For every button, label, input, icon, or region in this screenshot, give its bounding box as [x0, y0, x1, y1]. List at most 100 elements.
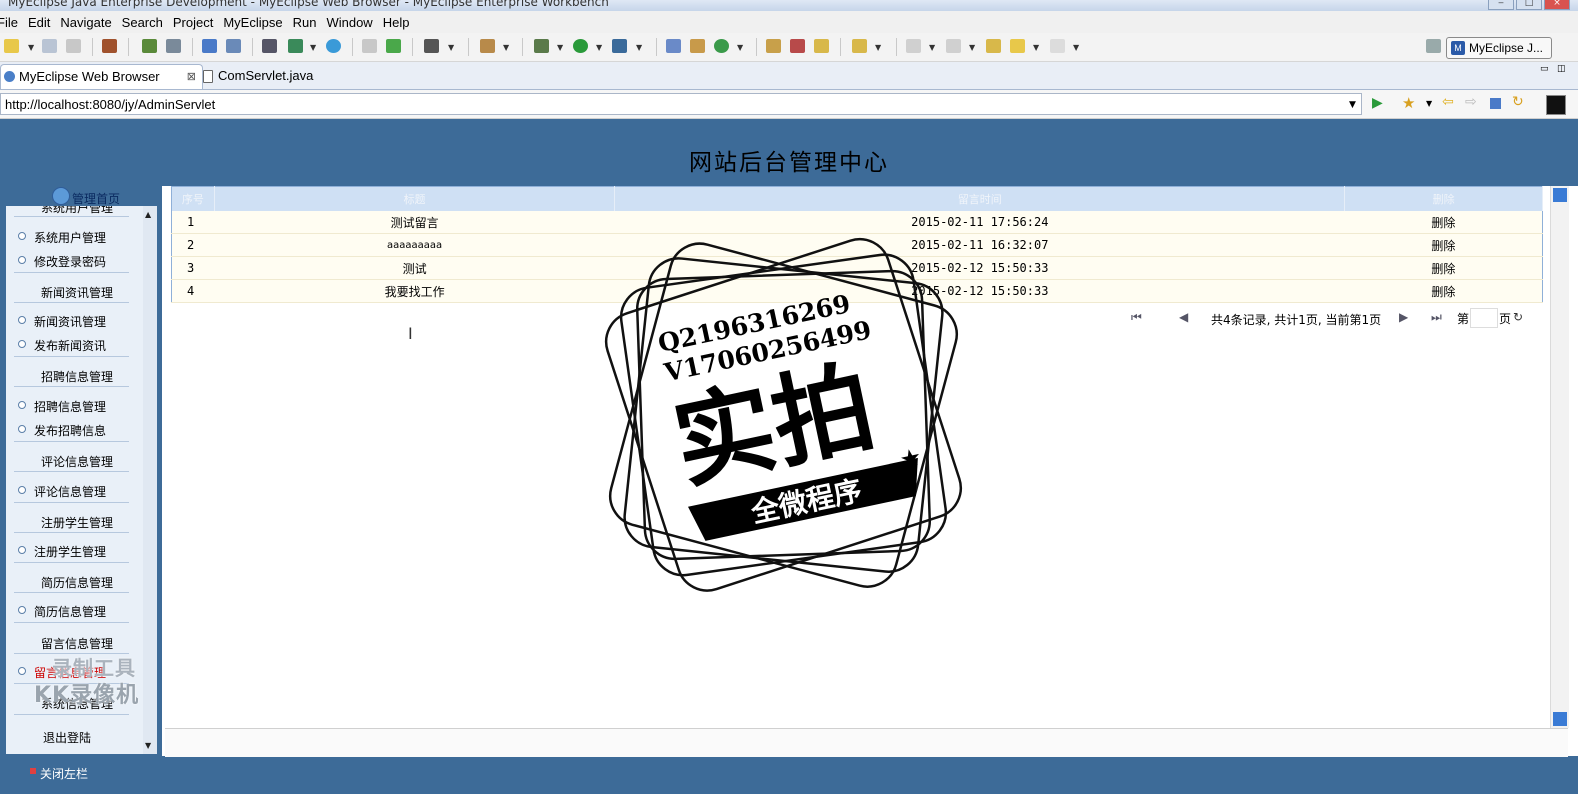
sidebar-item-students-manage[interactable]: 注册学生管理 [34, 543, 106, 560]
menu-myeclipse[interactable]: MyEclipse [223, 15, 282, 30]
menu-edit[interactable]: Edit [28, 15, 50, 30]
open-folder-dropdown-icon[interactable]: ▼ [875, 43, 881, 52]
open-perspective-icon[interactable] [1426, 39, 1441, 53]
browser-forward-icon[interactable]: ⇨ [1465, 94, 1477, 110]
servers-icon[interactable] [262, 39, 277, 53]
cut-icon[interactable] [362, 39, 377, 53]
first-page-icon[interactable]: ⏮ [1131, 310, 1142, 325]
maximize-view-icon[interactable]: ◫ [1557, 64, 1566, 74]
url-input[interactable]: http://localhost:8080/jy/AdminServlet [0, 93, 1362, 115]
perspective-switcher[interactable]: M MyEclipse J... [1446, 37, 1552, 59]
external-tools-dropdown-icon[interactable]: ▼ [636, 43, 642, 52]
url-dropdown-icon[interactable]: ▼ [1349, 100, 1356, 110]
minimize-button[interactable]: ‒ [1488, 0, 1514, 10]
menu-window[interactable]: Window [326, 15, 372, 30]
tab-comservlet[interactable]: ComServlet.java [200, 64, 348, 88]
favorites-icon[interactable]: ★ [1402, 94, 1415, 112]
debug-server-icon[interactable] [142, 39, 157, 53]
camera-icon[interactable] [424, 39, 439, 53]
sidebar-scrollbar[interactable]: ▲ ▼ [143, 206, 157, 754]
print-icon[interactable] [66, 39, 81, 53]
new-java-project-icon[interactable] [666, 39, 681, 53]
next-annotation-icon[interactable] [906, 39, 921, 53]
sidebar-item-system-users[interactable]: 系统用户管理 [34, 229, 106, 246]
sidebar-item-comments-manage[interactable]: 评论信息管理 [34, 483, 106, 500]
tab-web-browser[interactable]: MyEclipse Web Browser ⊠ [0, 64, 203, 89]
sidebar-logout-link[interactable]: 退出登陆 [43, 729, 91, 746]
menu-run[interactable]: Run [293, 15, 317, 30]
favorites-dropdown-icon[interactable]: ▼ [1426, 99, 1432, 108]
next-annotation-dropdown-icon[interactable]: ▼ [929, 43, 935, 52]
maximize-button[interactable]: □ [1516, 0, 1542, 10]
camera-dropdown-icon[interactable]: ▼ [448, 43, 454, 52]
close-window-button[interactable]: × [1544, 0, 1570, 10]
stop-icon[interactable] [1490, 98, 1501, 109]
browser-back-icon[interactable]: ⇦ [1442, 94, 1454, 110]
run-icon[interactable] [573, 39, 588, 53]
menu-file[interactable]: File [0, 15, 18, 30]
new-icon[interactable] [4, 39, 19, 53]
go-icon[interactable]: ▶ [1372, 95, 1383, 111]
run-dropdown-icon[interactable]: ▼ [596, 43, 602, 52]
globe-icon[interactable] [326, 39, 341, 53]
sidebar-item-news-publish[interactable]: 发布新闻资讯 [34, 337, 106, 354]
back-dropdown-icon[interactable]: ▼ [1033, 43, 1039, 52]
menu-navigate[interactable]: Navigate [60, 15, 111, 30]
clipboard-icon[interactable] [480, 39, 495, 53]
package-icon[interactable] [102, 39, 117, 53]
go-page-icon[interactable]: ↻ [1513, 310, 1523, 324]
close-sidebar-link[interactable]: 关闭左栏 [40, 765, 88, 782]
save-icon[interactable] [42, 39, 57, 53]
content-scrollbar[interactable] [1550, 186, 1569, 728]
scroll-up-icon[interactable] [1553, 188, 1567, 202]
sidebar-item-change-password[interactable]: 修改登录密码 [34, 253, 106, 270]
prev-annotation-icon[interactable] [946, 39, 961, 53]
delete-link[interactable]: 删除 [1344, 211, 1543, 234]
menu-help[interactable]: Help [383, 15, 410, 30]
new-dropdown-icon[interactable]: ▼ [28, 43, 34, 52]
deploy-icon[interactable] [202, 39, 217, 53]
sidebar-item-news-manage[interactable]: 新闻资讯管理 [34, 313, 106, 330]
delete-link[interactable]: 删除 [1344, 279, 1543, 303]
new-package-icon[interactable] [690, 39, 705, 53]
last-page-icon[interactable]: ⏭ [1431, 310, 1442, 325]
sidebar-item-resumes-manage[interactable]: 简历信息管理 [34, 603, 106, 620]
minimize-view-icon[interactable]: ▭ [1540, 64, 1549, 74]
clipboard-dropdown-icon[interactable]: ▼ [503, 43, 509, 52]
page-number-input[interactable] [1470, 308, 1498, 328]
open-task-icon[interactable] [790, 39, 805, 53]
browser-menu-icon[interactable] [1546, 95, 1566, 115]
prev-page-icon[interactable]: ◀ [1179, 310, 1188, 324]
open-folder-icon[interactable] [852, 39, 867, 53]
forward-dropdown-icon[interactable]: ▼ [1073, 43, 1079, 52]
open-resource-icon[interactable] [814, 39, 829, 53]
last-edit-icon[interactable] [986, 39, 1001, 53]
external-tools-icon[interactable] [612, 39, 627, 53]
add-icon[interactable] [386, 39, 401, 53]
open-type-hierarchy-icon[interactable] [766, 39, 781, 53]
debug-icon[interactable] [534, 39, 549, 53]
next-page-icon[interactable]: ▶ [1399, 310, 1408, 324]
new-class-dropdown-icon[interactable]: ▼ [737, 43, 743, 52]
sidebar-item-jobs-publish[interactable]: 发布招聘信息 [34, 422, 106, 439]
close-icon[interactable]: ⊠ [187, 65, 196, 89]
back-icon[interactable] [1010, 39, 1025, 53]
open-type-icon[interactable] [288, 39, 303, 53]
delete-link[interactable]: 删除 [1344, 256, 1543, 280]
scroll-down-icon[interactable]: ▼ [145, 741, 151, 750]
refresh-icon[interactable]: ↻ [1512, 94, 1524, 110]
forward-icon[interactable] [1050, 39, 1065, 53]
prev-annotation-dropdown-icon[interactable]: ▼ [969, 43, 975, 52]
delete-link[interactable]: 删除 [1344, 233, 1543, 257]
scroll-down-icon[interactable] [1553, 712, 1567, 726]
menu-project[interactable]: Project [173, 15, 213, 30]
open-type-dropdown-icon[interactable]: ▼ [310, 43, 316, 52]
server-icon[interactable] [166, 39, 181, 53]
debug-dropdown-icon[interactable]: ▼ [557, 43, 563, 52]
scroll-up-icon[interactable]: ▲ [145, 210, 151, 219]
sidebar-home-link[interactable]: 管理首页 [72, 190, 120, 207]
new-class-icon[interactable] [714, 39, 729, 53]
menu-search[interactable]: Search [122, 15, 163, 30]
sidebar-item-jobs-manage[interactable]: 招聘信息管理 [34, 398, 106, 415]
redeploy-icon[interactable] [226, 39, 241, 53]
